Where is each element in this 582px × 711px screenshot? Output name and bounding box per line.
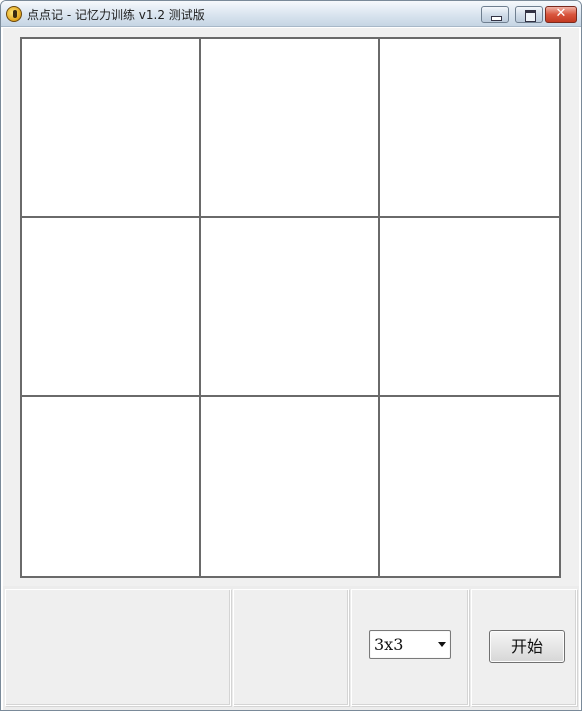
board-cell-2-1[interactable]	[22, 218, 201, 397]
maximize-button[interactable]	[515, 6, 543, 23]
board-cell-2-2[interactable]	[201, 218, 380, 397]
grid-size-select[interactable]: 3x3	[369, 630, 451, 659]
app-icon[interactable]	[6, 6, 22, 22]
board-cell-1-1[interactable]	[22, 39, 201, 218]
board-cell-1-3[interactable]	[380, 39, 559, 218]
client-area: 3x3 开始	[3, 28, 579, 710]
title-bar[interactable]: 点点记 - 记忆力训练 v1.2 测试版 ✕	[1, 1, 581, 27]
start-button[interactable]: 开始	[489, 630, 565, 663]
memory-board	[20, 37, 561, 578]
grid-size-value: 3x3	[374, 635, 404, 654]
board-cell-3-3[interactable]	[380, 397, 559, 576]
chevron-down-icon	[438, 642, 446, 647]
status-panel-2	[233, 589, 349, 706]
status-panel-1	[5, 589, 231, 706]
board-cell-2-3[interactable]	[380, 218, 559, 397]
board-cell-3-2[interactable]	[201, 397, 380, 576]
board-cell-1-2[interactable]	[201, 39, 380, 218]
bottom-panel: 3x3 开始	[3, 586, 579, 710]
close-icon: ✕	[555, 6, 567, 21]
close-button[interactable]: ✕	[545, 6, 577, 23]
board-cell-3-1[interactable]	[22, 397, 201, 576]
window-title: 点点记 - 记忆力训练 v1.2 测试版	[27, 8, 205, 22]
app-window: 点点记 - 记忆力训练 v1.2 测试版 ✕ 3x3 开始	[0, 0, 582, 711]
minimize-button[interactable]	[481, 6, 509, 23]
